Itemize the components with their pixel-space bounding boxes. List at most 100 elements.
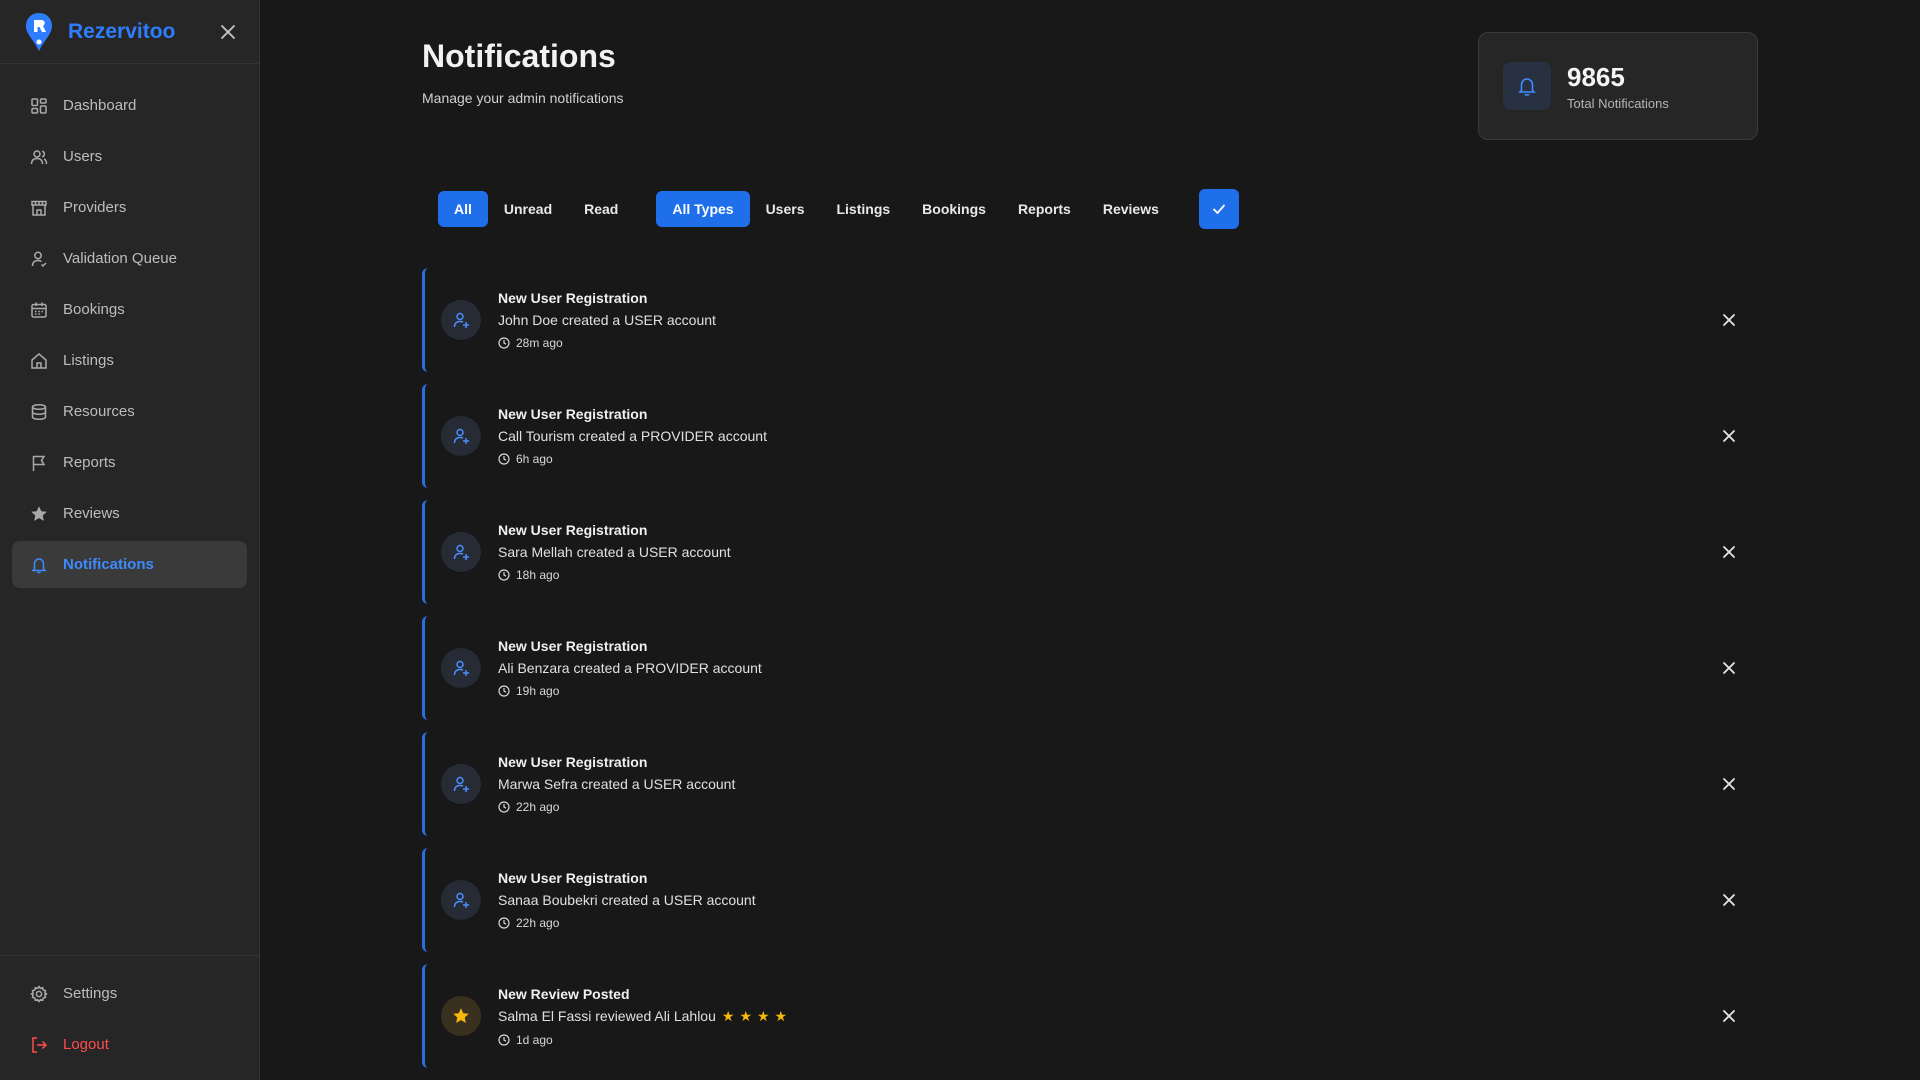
user-plus-icon	[453, 428, 469, 444]
notification-message: Marwa Sefra created a USER account	[498, 776, 736, 792]
dismiss-notification-icon[interactable]	[1720, 775, 1738, 793]
filter-status-unread[interactable]: Unread	[488, 191, 568, 227]
sidebar-item-listings[interactable]: Listings	[12, 337, 247, 384]
sidebar-item-logout[interactable]: Logout	[12, 1021, 247, 1068]
filter-status-read[interactable]: Read	[568, 191, 634, 227]
sidebar-item-providers[interactable]: Providers	[12, 184, 247, 231]
notification-item[interactable]: New User Registration John Doe created a…	[422, 268, 1762, 372]
notification-body: New User Registration Call Tourism creat…	[498, 406, 767, 466]
bell-icon	[31, 557, 47, 573]
sidebar-item-bookings[interactable]: Bookings	[12, 286, 247, 333]
notification-item[interactable]: New User Registration Marwa Sefra create…	[422, 732, 1762, 836]
page-title: Notifications	[422, 38, 616, 74]
sidebar-item-reviews[interactable]: Reviews	[12, 490, 247, 537]
clock-icon	[498, 337, 510, 349]
filter-type-users[interactable]: Users	[750, 191, 821, 227]
stat-text: 9865 Total Notifications	[1567, 62, 1669, 111]
page-subtitle: Manage your admin notifications	[422, 90, 624, 106]
total-notifications-card: 9865 Total Notifications	[1478, 32, 1758, 140]
notification-message: Ali Benzara created a PROVIDER account	[498, 660, 762, 676]
notification-time-text: 22h ago	[516, 800, 560, 814]
main-content: Notifications Manage your admin notifica…	[260, 0, 1920, 1080]
filter-type-listings[interactable]: Listings	[820, 191, 906, 227]
brand-name: Rezervitoo	[68, 19, 176, 43]
notification-time-text: 6h ago	[516, 452, 553, 466]
clock-icon	[498, 1033, 510, 1046]
filter-type-reports[interactable]: Reports	[1002, 191, 1087, 227]
notification-icon-wrapper	[441, 880, 481, 920]
filter-type-all[interactable]: All Types	[656, 191, 750, 227]
notification-body: New User Registration John Doe created a…	[498, 290, 716, 350]
calendar-icon	[31, 302, 47, 318]
notification-title: New User Registration	[498, 638, 648, 654]
star-icon	[31, 505, 47, 521]
close-sidebar-icon[interactable]	[219, 23, 237, 41]
home-icon	[31, 352, 47, 369]
sidebar-item-label: Reports	[63, 454, 116, 471]
bell-icon	[1518, 78, 1536, 96]
sidebar-item-label: Notifications	[63, 556, 154, 573]
notification-title: New User Registration	[498, 406, 648, 422]
dismiss-notification-icon[interactable]	[1720, 891, 1738, 909]
users-icon	[30, 149, 48, 164]
notification-item[interactable]: New User Registration Ali Benzara create…	[422, 616, 1762, 720]
notification-text: Ali Benzara created a PROVIDER account	[498, 660, 762, 676]
notification-title: New Review Posted	[498, 985, 630, 1002]
notification-icon-wrapper	[441, 764, 481, 804]
notification-body: New User Registration Marwa Sefra create…	[498, 754, 735, 814]
notification-item[interactable]: New Review Posted Salma El Fassi reviewe…	[422, 964, 1762, 1068]
notification-time: 6h ago	[498, 452, 767, 466]
notification-time: 19h ago	[498, 684, 762, 698]
sidebar-item-users[interactable]: Users	[12, 133, 247, 180]
dismiss-notification-icon[interactable]	[1720, 1007, 1738, 1025]
dismiss-notification-icon[interactable]	[1720, 311, 1738, 329]
notification-icon-wrapper	[441, 300, 481, 340]
grid-icon	[31, 97, 47, 114]
clock-icon	[498, 917, 510, 929]
sidebar-item-resources[interactable]: Resources	[12, 388, 247, 435]
gear-icon	[30, 984, 48, 1003]
flag-icon	[32, 455, 46, 471]
brand-header: Rezervitoo	[0, 0, 259, 64]
sidebar-item-notifications[interactable]: Notifications	[12, 541, 247, 588]
filter-type-bookings[interactable]: Bookings	[906, 191, 1002, 227]
clock-icon	[498, 453, 510, 465]
notification-item[interactable]: New User Registration Sanaa Boubekri cre…	[422, 848, 1762, 952]
sidebar-item-label: Settings	[63, 985, 118, 1002]
user-plus-icon	[453, 660, 469, 676]
sidebar-item-label: Logout	[63, 1036, 109, 1053]
notification-icon-wrapper	[441, 532, 481, 572]
sidebar-item-settings[interactable]: Settings	[12, 970, 247, 1017]
clock-icon	[498, 685, 510, 697]
notification-item[interactable]: New User Registration Call Tourism creat…	[422, 384, 1762, 488]
notification-body: New User Registration Ali Benzara create…	[498, 638, 762, 698]
notification-text: John Doe created a USER account	[498, 312, 716, 328]
notification-time-text: 19h ago	[516, 684, 560, 698]
notification-time: 28m ago	[498, 336, 716, 350]
sidebar-item-validation-queue[interactable]: Validation Queue	[12, 235, 247, 282]
dismiss-notification-icon[interactable]	[1720, 427, 1738, 445]
notification-time: 22h ago	[498, 800, 735, 814]
sidebar-item-reports[interactable]: Reports	[12, 439, 247, 486]
filter-status-all[interactable]: All	[438, 191, 488, 227]
check-icon	[1212, 204, 1225, 214]
mark-all-read-button[interactable]	[1198, 189, 1239, 229]
notification-icon-wrapper	[441, 996, 481, 1036]
notification-item[interactable]: New User Registration Sara Mellah create…	[422, 500, 1762, 604]
notification-time-text: 22h ago	[516, 916, 560, 930]
sidebar-item-label: Users	[63, 148, 103, 165]
sidebar-item-label: Providers	[63, 199, 127, 216]
notification-body: New Review Posted Salma El Fassi reviewe…	[498, 986, 792, 1047]
filter-type-reviews[interactable]: Reviews	[1087, 191, 1175, 227]
user-plus-icon	[453, 776, 469, 792]
filter-bar: All Unread Read All Types Users Listings…	[438, 189, 1239, 229]
notification-list: New User Registration John Doe created a…	[422, 268, 1762, 1080]
notification-icon-wrapper	[441, 648, 481, 688]
dismiss-notification-icon[interactable]	[1720, 543, 1738, 561]
star-icon	[453, 1008, 469, 1023]
notification-message: Call Tourism created a PROVIDER account	[498, 428, 767, 444]
sidebar-item-label: Resources	[63, 403, 135, 420]
dismiss-notification-icon[interactable]	[1720, 659, 1738, 677]
notification-time: 1d ago	[498, 1033, 792, 1047]
sidebar-item-dashboard[interactable]: Dashboard	[12, 82, 247, 129]
